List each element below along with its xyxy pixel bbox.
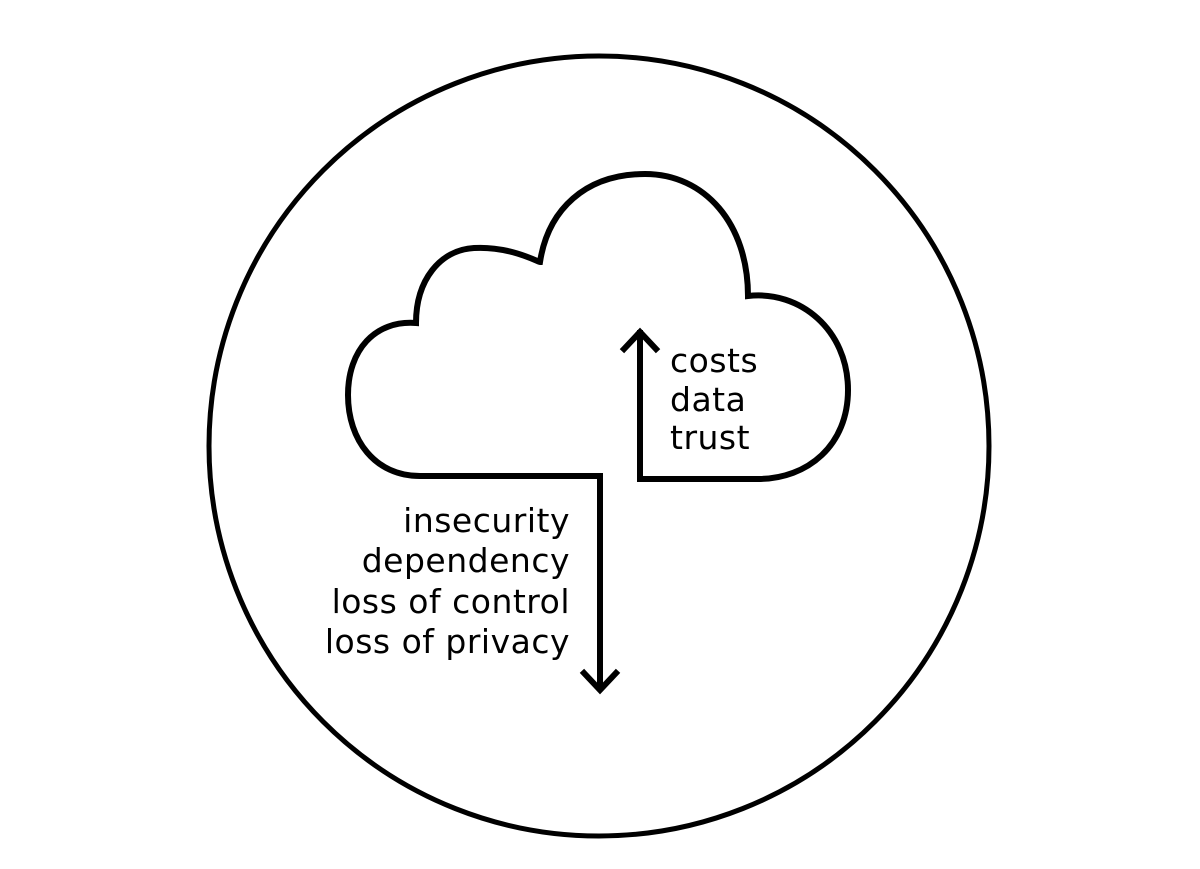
inflow-label: data bbox=[670, 380, 746, 419]
outflow-labels: insecurity dependency loss of control lo… bbox=[325, 501, 570, 661]
outer-circle bbox=[206, 53, 992, 839]
outflow-label: insecurity bbox=[403, 501, 570, 540]
inflow-label: costs bbox=[670, 341, 758, 380]
outflow-label: loss of control bbox=[332, 582, 570, 621]
cloud-diagram: costs data trust insecurity dependency l… bbox=[206, 53, 992, 839]
inflow-label: trust bbox=[670, 418, 750, 457]
inflow-labels: costs data trust bbox=[670, 341, 758, 457]
outflow-label: dependency bbox=[362, 541, 570, 580]
outflow-label: loss of privacy bbox=[325, 622, 570, 661]
